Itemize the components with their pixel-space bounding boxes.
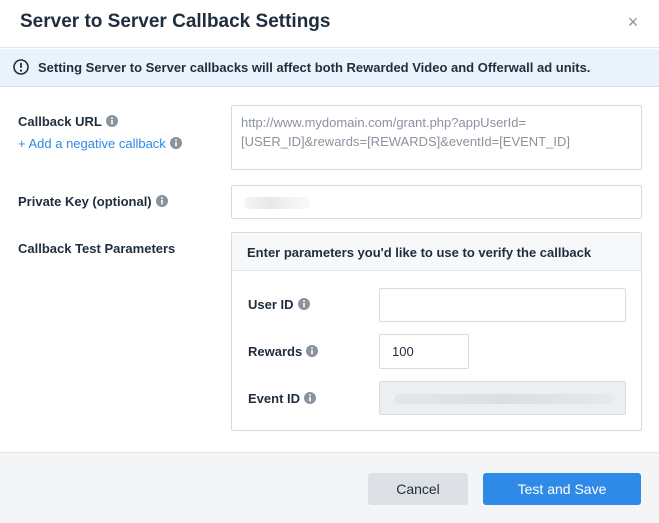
callback-url-label-row: Callback URL (18, 114, 118, 129)
callback-test-params-label: Callback Test Parameters (18, 241, 176, 256)
test-params-header-text: Enter parameters you'd like to use to ve… (247, 245, 592, 260)
info-banner: Setting Server to Server callbacks will … (0, 49, 659, 87)
dialog-header: Server to Server Callback Settings × (0, 0, 659, 48)
event-id-redacted-value (394, 394, 614, 404)
info-circle-icon (13, 59, 29, 75)
info-icon[interactable] (304, 392, 317, 404)
private-key-label: Private Key (optional) (18, 194, 152, 209)
info-icon[interactable] (169, 137, 182, 149)
callback-url-label: Callback URL (18, 114, 102, 129)
info-icon[interactable] (306, 345, 319, 357)
private-key-label-row: Private Key (optional) (18, 194, 168, 209)
add-negative-callback-label[interactable]: + Add a negative callback (18, 136, 166, 151)
add-negative-callback-link[interactable]: + Add a negative callback (18, 136, 182, 151)
event-id-label: Event ID (248, 391, 301, 406)
callback-url-input[interactable] (231, 105, 642, 170)
close-icon[interactable]: × (625, 13, 641, 31)
banner-text: Setting Server to Server callbacks will … (38, 60, 591, 75)
rewards-label: Rewards (248, 344, 303, 359)
test-params-header: Enter parameters you'd like to use to ve… (232, 233, 641, 271)
cancel-button[interactable]: Cancel (368, 473, 468, 505)
dialog-footer: Cancel Test and Save (0, 452, 659, 523)
private-key-input[interactable] (231, 185, 642, 219)
test-and-save-button[interactable]: Test and Save (483, 473, 641, 505)
private-key-redacted-value (244, 197, 310, 209)
info-icon[interactable] (155, 195, 168, 207)
user-id-input[interactable] (379, 288, 626, 322)
info-icon[interactable] (105, 115, 118, 127)
test-params-panel: Enter parameters you'd like to use to ve… (231, 232, 642, 431)
user-id-label: User ID (248, 297, 294, 312)
dialog-title: Server to Server Callback Settings (20, 11, 331, 32)
rewards-label-row: Rewards (248, 344, 319, 359)
event-id-label-row: Event ID (248, 391, 317, 406)
rewards-input[interactable] (379, 334, 469, 369)
info-icon[interactable] (297, 298, 310, 310)
user-id-label-row: User ID (248, 297, 310, 312)
event-id-input (379, 381, 626, 415)
